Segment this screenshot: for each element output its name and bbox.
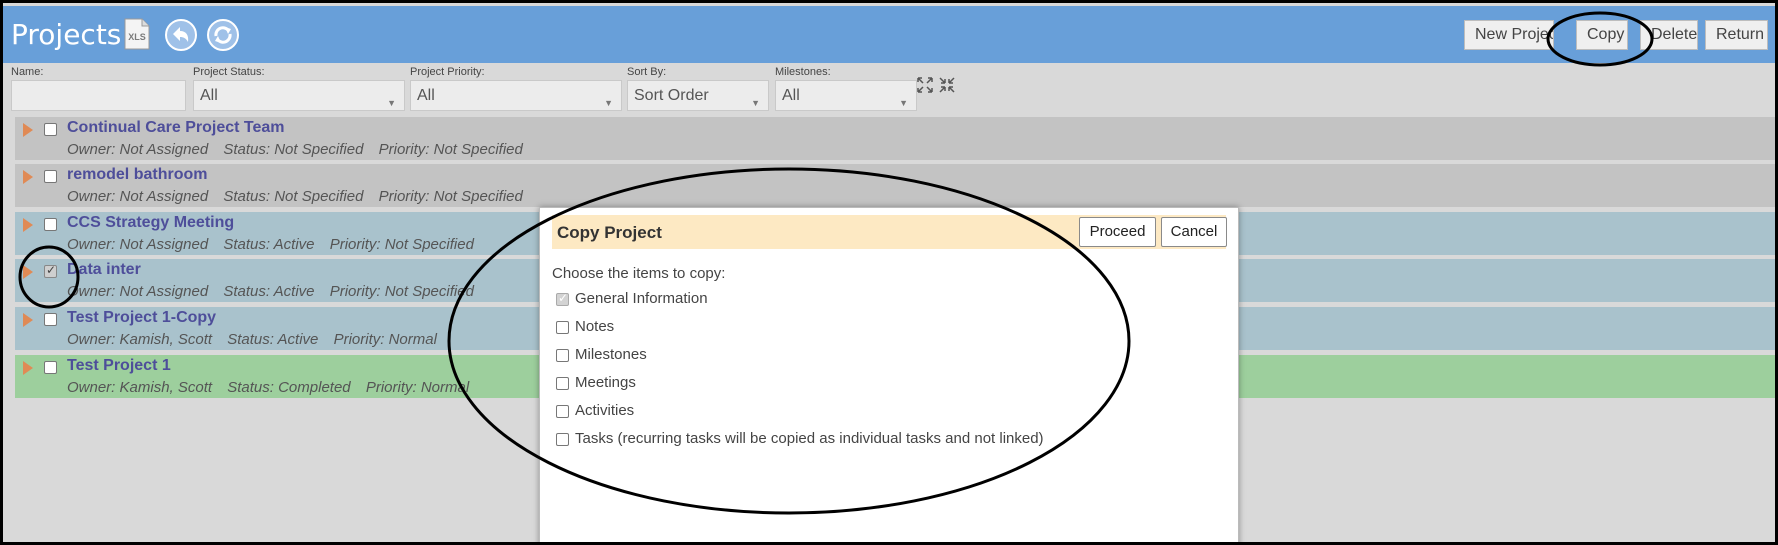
priority-filter-value: All [417, 87, 435, 104]
project-checkbox[interactable] [44, 218, 57, 231]
project-priority: Priority: Normal [365, 379, 470, 396]
project-name[interactable]: Data inter [67, 261, 141, 279]
project-meta: Owner: Not Assigned Status: Not Specifie… [67, 141, 534, 158]
project-priority: Priority: Not Specified [329, 283, 474, 300]
project-priority: Priority: Not Specified [378, 141, 523, 158]
expand-arrow-icon[interactable] [23, 170, 33, 184]
project-priority: Priority: Not Specified [378, 188, 523, 205]
project-status: Status: Not Specified [223, 188, 364, 205]
option-checkbox[interactable] [556, 377, 569, 390]
chevron-down-icon: ▼ [604, 98, 613, 108]
copy-project-dialog: Copy Project Proceed Cancel Choose the i… [539, 207, 1239, 542]
xls-icon-label: XLS [128, 32, 146, 42]
delete-button[interactable]: Delete [1640, 20, 1698, 50]
status-filter-value: All [200, 87, 218, 104]
project-checkbox[interactable] [44, 123, 57, 136]
chevron-down-icon: ▼ [899, 98, 908, 108]
option-label: Notes [575, 318, 615, 335]
expand-all-icon[interactable] [917, 77, 933, 93]
project-meta: Owner: Not Assigned Status: Active Prior… [67, 283, 485, 300]
project-name[interactable]: Test Project 1-Copy [67, 309, 216, 327]
option-label: Milestones [575, 346, 647, 363]
project-owner: Owner: Not Assigned [67, 188, 209, 205]
expand-arrow-icon[interactable] [23, 123, 33, 137]
project-name[interactable]: Test Project 1 [67, 357, 171, 375]
sort-filter-select[interactable]: Sort Order ▼ [627, 80, 769, 111]
app-frame: Projects XLS New Project Copy Delete Ret… [3, 3, 1775, 542]
project-meta: Owner: Kamish, Scott Status: Completed P… [67, 379, 480, 396]
dialog-header: Copy Project Proceed Cancel [552, 215, 1227, 249]
name-filter-label: Name: [11, 66, 44, 78]
project-status: Status: Active [223, 283, 315, 300]
milestones-filter-value: All [782, 87, 800, 104]
project-meta: Owner: Not Assigned Status: Active Prior… [67, 236, 485, 253]
undo-icon[interactable] [164, 18, 198, 52]
option-label: Tasks (recurring tasks will be copied as… [575, 430, 1044, 447]
project-priority: Priority: Not Specified [329, 236, 474, 253]
milestones-filter-select[interactable]: All ▼ [775, 80, 917, 111]
status-filter-select[interactable]: All ▼ [193, 80, 405, 111]
option-checkbox[interactable] [556, 349, 569, 362]
priority-filter-label: Project Priority: [410, 66, 485, 78]
project-checkbox[interactable] [44, 361, 57, 374]
option-label: Meetings [575, 374, 636, 391]
project-checkbox[interactable] [44, 313, 57, 326]
project-status: Status: Completed [227, 379, 351, 396]
project-checkbox[interactable] [44, 170, 57, 183]
expand-arrow-icon[interactable] [23, 265, 33, 279]
project-owner: Owner: Kamish, Scott [67, 331, 213, 348]
project-owner: Owner: Kamish, Scott [67, 379, 213, 396]
status-filter-label: Project Status: [193, 66, 265, 78]
project-status: Status: Active [227, 331, 319, 348]
project-row[interactable]: remodel bathroom Owner: Not Assigned Sta… [15, 164, 1775, 207]
sort-filter-value: Sort Order [634, 87, 709, 104]
expand-arrow-icon[interactable] [23, 218, 33, 232]
project-status: Status: Not Specified [223, 141, 364, 158]
option-checkbox[interactable] [556, 433, 569, 446]
project-checkbox[interactable] [44, 263, 57, 278]
project-owner: Owner: Not Assigned [67, 283, 209, 300]
project-name[interactable]: remodel bathroom [67, 166, 207, 184]
chevron-down-icon: ▼ [387, 98, 396, 108]
chevron-down-icon: ▼ [751, 98, 760, 108]
copy-button[interactable]: Copy [1576, 20, 1628, 50]
project-priority: Priority: Normal [333, 331, 437, 348]
option-checkbox[interactable] [556, 405, 569, 418]
filter-bar: Name: Project Status: All ▼ Project Prio… [3, 63, 1775, 116]
expand-arrow-icon[interactable] [23, 313, 33, 327]
refresh-icon[interactable] [206, 18, 240, 52]
option-checkbox[interactable] [556, 291, 569, 306]
option-label: General Information [575, 290, 708, 307]
cancel-button[interactable]: Cancel [1161, 217, 1227, 247]
project-meta: Owner: Kamish, Scott Status: Active Prio… [67, 331, 448, 348]
project-row[interactable]: Continual Care Project Team Owner: Not A… [15, 117, 1775, 160]
option-checkbox[interactable] [556, 321, 569, 334]
dialog-instructions: Choose the items to copy: [552, 265, 726, 282]
header-bar: Projects XLS New Project Copy Delete Ret… [3, 6, 1775, 63]
dialog-title: Copy Project [557, 223, 662, 242]
new-project-button[interactable]: New Project [1464, 20, 1554, 50]
project-owner: Owner: Not Assigned [67, 141, 209, 158]
project-name[interactable]: CCS Strategy Meeting [67, 214, 234, 232]
project-meta: Owner: Not Assigned Status: Not Specifie… [67, 188, 534, 205]
project-name[interactable]: Continual Care Project Team [67, 119, 285, 137]
name-filter-input[interactable] [11, 80, 186, 111]
collapse-all-icon[interactable] [939, 77, 955, 93]
priority-filter-select[interactable]: All ▼ [410, 80, 622, 111]
page-title: Projects [11, 18, 122, 51]
expand-arrow-icon[interactable] [23, 361, 33, 375]
milestones-filter-label: Milestones: [775, 66, 831, 78]
project-status: Status: Active [223, 236, 315, 253]
project-owner: Owner: Not Assigned [67, 236, 209, 253]
return-button[interactable]: Return [1705, 20, 1768, 50]
option-label: Activities [575, 402, 635, 419]
proceed-button[interactable]: Proceed [1079, 217, 1156, 247]
sort-filter-label: Sort By: [627, 66, 667, 78]
xls-export-icon[interactable]: XLS [123, 18, 151, 50]
